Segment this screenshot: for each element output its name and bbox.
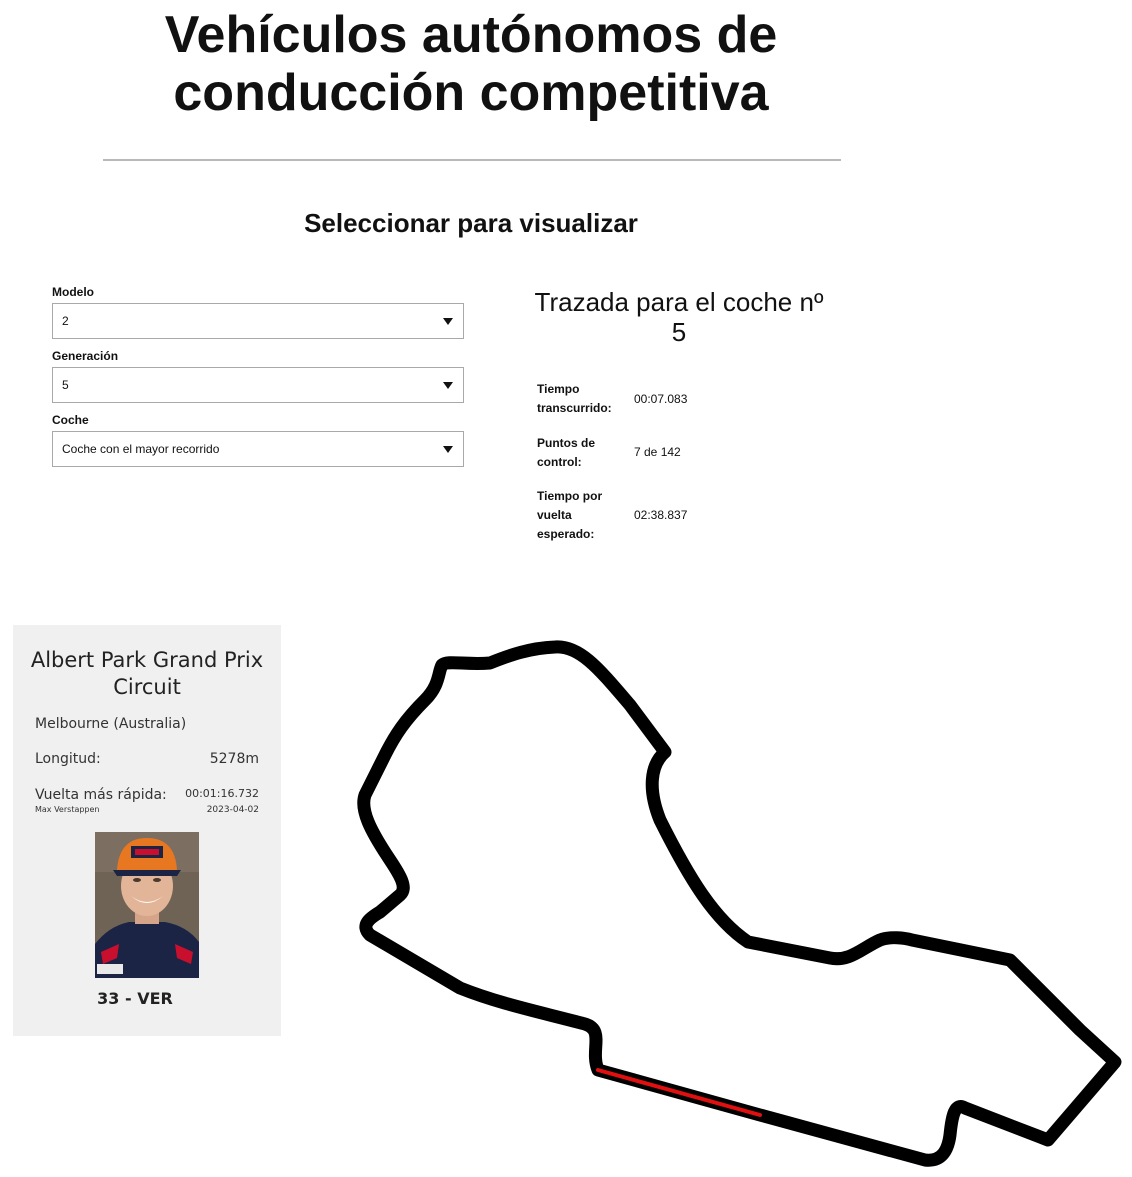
car-progress-trace <box>596 1068 762 1117</box>
circuit-track-map <box>357 640 1122 1167</box>
track-outline <box>357 640 1122 1167</box>
